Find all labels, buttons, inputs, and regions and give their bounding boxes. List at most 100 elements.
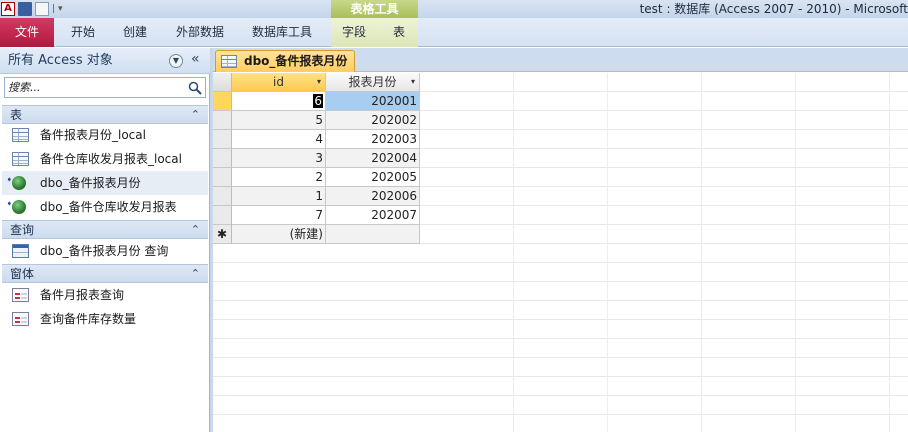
column-header-label: 报表月份 <box>348 75 397 89</box>
nav-pane-title: 所有 Access 对象 <box>8 53 113 68</box>
grid-line <box>607 73 608 432</box>
undo-icon[interactable] <box>35 2 49 16</box>
datasheet-grid[interactable]: id ▾ 报表月份 ▾ 6 202001 5 202002 4 202003 3 <box>213 73 908 432</box>
record-selector[interactable] <box>213 187 232 206</box>
tab-table[interactable]: 表 <box>384 18 414 47</box>
table-icon <box>12 152 29 166</box>
record-selector[interactable] <box>213 206 232 225</box>
form-icon <box>12 312 29 326</box>
document-tab[interactable]: dbo_备件报表月份 <box>215 50 355 72</box>
nav-group-queries[interactable]: 查询 ⌃ <box>2 220 208 239</box>
record-selector[interactable] <box>213 92 232 111</box>
table-row[interactable]: 5 202002 <box>213 111 420 130</box>
month-cell[interactable]: 202003 <box>326 130 420 149</box>
sort-dropdown-icon[interactable]: ▾ <box>317 73 321 91</box>
column-header-label: id <box>273 75 284 89</box>
month-cell[interactable]: 202007 <box>326 206 420 225</box>
nav-item-label: 备件报表月份_local <box>40 128 146 142</box>
form-icon <box>12 288 29 302</box>
month-cell[interactable]: 202005 <box>326 168 420 187</box>
month-cell[interactable]: 202004 <box>326 149 420 168</box>
tab-fields[interactable]: 字段 <box>334 18 374 47</box>
id-cell[interactable]: 2 <box>232 168 326 187</box>
nav-item-label: 查询备件库存数量 <box>40 312 137 326</box>
nav-item-label: 备件月报表查询 <box>40 288 125 302</box>
query-icon <box>12 244 29 258</box>
select-all-corner[interactable] <box>213 73 232 92</box>
nav-group-label: 查询 <box>10 223 35 237</box>
nav-item-label: dbo_备件报表月份 查询 <box>40 244 169 258</box>
qat-customize-icon[interactable]: ▾ <box>58 4 63 14</box>
search-icon[interactable] <box>188 81 202 95</box>
table-row[interactable]: 7 202007 <box>213 206 420 225</box>
nav-menu-dropdown-icon[interactable]: ▼ <box>169 54 183 68</box>
column-header-row: id ▾ 报表月份 ▾ <box>213 73 420 92</box>
nav-group-label: 表 <box>10 108 23 122</box>
table-row[interactable]: 6 202001 <box>213 92 420 111</box>
nav-search-input[interactable] <box>5 78 187 97</box>
nav-collapse-icon[interactable]: « <box>191 51 200 67</box>
title-bar: A | ▾ test : 数据库 (Access 2007 - 2010) - … <box>0 0 908 18</box>
save-icon[interactable] <box>18 2 32 16</box>
table-tools-context-header: 表格工具 <box>331 0 418 18</box>
nav-item-linked-warehouse[interactable]: ➧ dbo_备件仓库收发月报表 <box>2 195 208 219</box>
new-record-marker-icon[interactable]: ✱ <box>213 225 232 244</box>
table-row[interactable]: 1 202006 <box>213 187 420 206</box>
id-cell[interactable]: 4 <box>232 130 326 149</box>
document-tab-bar: dbo_备件报表月份 <box>213 48 908 72</box>
nav-item-query-month[interactable]: dbo_备件报表月份 查询 <box>2 239 208 263</box>
chevron-up-icon[interactable]: ⌃ <box>191 221 200 239</box>
nav-item-label: dbo_备件报表月份 <box>40 176 141 190</box>
table-row[interactable]: 4 202003 <box>213 130 420 149</box>
month-cell[interactable] <box>326 225 420 244</box>
nav-item-table-local-month[interactable]: 备件报表月份_local <box>2 123 208 147</box>
access-logo-icon[interactable]: A <box>1 2 15 16</box>
sort-dropdown-icon[interactable]: ▾ <box>411 73 415 91</box>
table-row[interactable]: 3 202004 <box>213 149 420 168</box>
new-record-label[interactable]: (新建) <box>232 225 326 244</box>
link-arrow-icon: ➧ <box>6 199 13 208</box>
nav-group-tables[interactable]: 表 ⌃ <box>2 105 208 124</box>
record-selector[interactable] <box>213 130 232 149</box>
record-selector[interactable] <box>213 168 232 187</box>
id-cell[interactable]: 1 <box>232 187 326 206</box>
nav-group-forms[interactable]: 窗体 ⌃ <box>2 264 208 283</box>
table-row[interactable]: 2 202005 <box>213 168 420 187</box>
linked-table-icon <box>12 176 26 190</box>
nav-item-form-monthly-report[interactable]: 备件月报表查询 <box>2 283 208 307</box>
id-cell[interactable]: 6 <box>232 92 326 111</box>
chevron-up-icon[interactable]: ⌃ <box>191 265 200 283</box>
grid-line <box>795 73 796 432</box>
month-cell[interactable]: 202006 <box>326 187 420 206</box>
navigation-pane: 所有 Access 对象 ▼ « 表 ⌃ 备件报表月份_local 备件仓库收发… <box>0 48 210 432</box>
nav-item-table-local-warehouse[interactable]: 备件仓库收发月报表_local <box>2 147 208 171</box>
month-cell[interactable]: 202001 <box>326 92 420 111</box>
tab-external-data[interactable]: 外部数据 <box>166 18 234 47</box>
grid-line <box>513 73 514 432</box>
window-title: test : 数据库 (Access 2007 - 2010) - Micros… <box>639 2 908 16</box>
record-selector[interactable] <box>213 111 232 130</box>
document-tab-label: dbo_备件报表月份 <box>244 54 348 68</box>
new-record-row[interactable]: ✱ (新建) <box>213 225 420 244</box>
id-cell[interactable]: 7 <box>232 206 326 225</box>
month-cell[interactable]: 202002 <box>326 111 420 130</box>
grid-line <box>701 73 702 432</box>
tab-home[interactable]: 开始 <box>54 18 112 47</box>
chevron-up-icon[interactable]: ⌃ <box>191 106 200 124</box>
nav-item-linked-month[interactable]: ➧ dbo_备件报表月份 <box>2 171 208 195</box>
record-selector[interactable] <box>213 149 232 168</box>
tab-database-tools[interactable]: 数据库工具 <box>244 18 320 47</box>
document-area: dbo_备件报表月份 id ▾ 报表月份 ▾ 6 202001 5 202002… <box>213 48 908 432</box>
nav-item-label: dbo_备件仓库收发月报表 <box>40 200 177 214</box>
grid-line <box>889 73 890 432</box>
nav-item-form-stock-query[interactable]: 查询备件库存数量 <box>2 307 208 331</box>
nav-item-label: 备件仓库收发月报表_local <box>40 152 182 166</box>
tab-file[interactable]: 文件 <box>0 18 54 47</box>
tab-create[interactable]: 创建 <box>112 18 158 47</box>
column-header-month[interactable]: 报表月份 ▾ <box>326 73 420 92</box>
nav-pane-header[interactable]: 所有 Access 对象 ▼ « <box>0 48 210 74</box>
id-cell[interactable]: 5 <box>232 111 326 130</box>
cell-cursor: 6 <box>313 94 323 108</box>
column-header-id[interactable]: id ▾ <box>232 73 326 92</box>
id-cell[interactable]: 3 <box>232 149 326 168</box>
